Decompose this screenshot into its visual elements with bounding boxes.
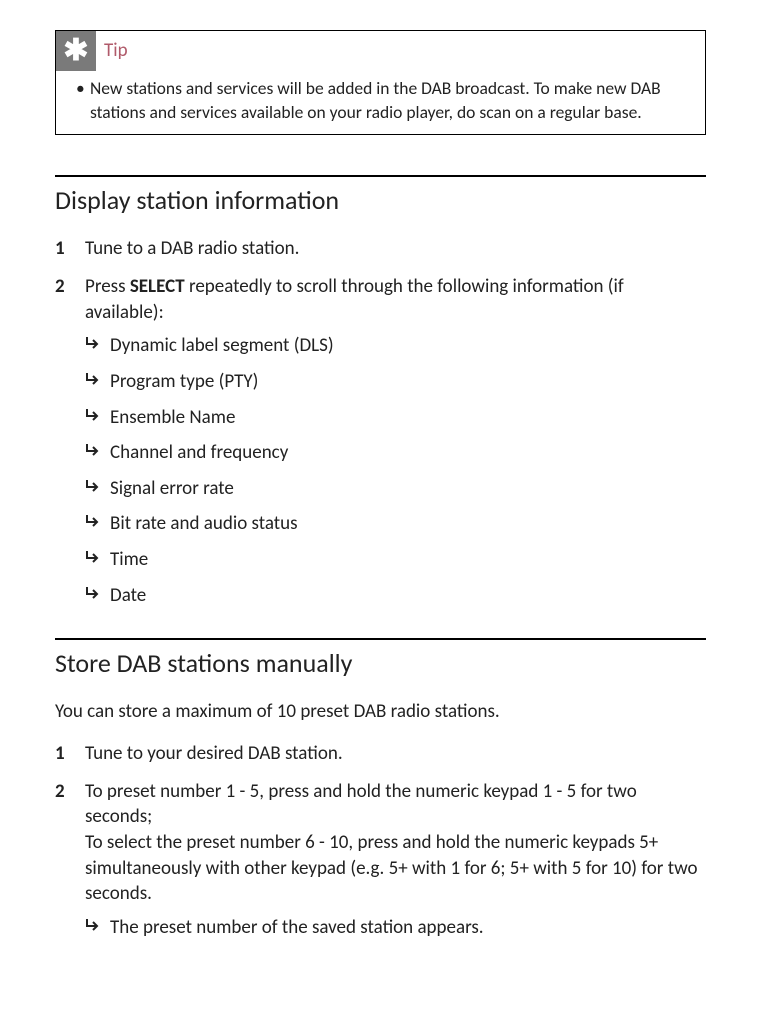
result-sub-list: The preset number of the saved station a…: [85, 915, 706, 941]
result-arrow-icon: [85, 514, 103, 528]
result-arrow-icon: [85, 336, 103, 350]
section-divider: [55, 175, 706, 177]
steps-list: Tune to your desired DAB station. To pre…: [55, 741, 706, 940]
select-keyword: SELECT: [130, 275, 185, 298]
step-text: Tune to your desired DAB station.: [85, 742, 343, 765]
info-sub-list: Dynamic label segment (DLS) Program type…: [85, 333, 706, 608]
section-divider: [55, 638, 706, 640]
list-item: Program type (PTY): [85, 369, 706, 395]
result-arrow-icon: [85, 408, 103, 422]
tip-header: ✱ Tip: [56, 31, 705, 71]
step-item: To preset number 1 - 5, press and hold t…: [55, 779, 706, 941]
list-item: Ensemble Name: [85, 405, 706, 431]
result-arrow-icon: [85, 550, 103, 564]
list-item: Signal error rate: [85, 476, 706, 502]
step-item: Tune to a DAB radio station.: [55, 236, 706, 262]
step-text: Press SELECT repeatedly to scroll throug…: [85, 275, 624, 324]
step-item: Press SELECT repeatedly to scroll throug…: [55, 274, 706, 608]
result-arrow-icon: [85, 443, 103, 457]
list-item: Dynamic label segment (DLS): [85, 333, 706, 359]
result-arrow-icon: [85, 372, 103, 386]
list-item: Bit rate and audio status: [85, 511, 706, 537]
result-arrow-icon: [85, 918, 103, 932]
steps-list: Tune to a DAB radio station. Press SELEC…: [55, 236, 706, 608]
section-heading-store-dab: Store DAB stations manually: [55, 646, 706, 681]
result-arrow-icon: [85, 586, 103, 600]
list-item: Channel and frequency: [85, 440, 706, 466]
section-heading-display-info: Display station information: [55, 183, 706, 218]
step-item: Tune to your desired DAB station.: [55, 741, 706, 767]
step-text: To preset number 1 - 5, press and hold t…: [85, 780, 698, 906]
asterisk-icon: ✱: [56, 31, 96, 71]
tip-body: New stations and services will be added …: [56, 71, 705, 134]
list-item: Time: [85, 547, 706, 573]
tip-label: Tip: [104, 38, 128, 64]
section-intro: You can store a maximum of 10 preset DAB…: [55, 699, 706, 725]
step-text: Tune to a DAB radio station.: [85, 237, 299, 260]
result-arrow-icon: [85, 479, 103, 493]
list-item: Date: [85, 583, 706, 609]
tip-box: ✱ Tip New stations and services will be …: [55, 30, 706, 135]
list-item: The preset number of the saved station a…: [85, 915, 706, 941]
